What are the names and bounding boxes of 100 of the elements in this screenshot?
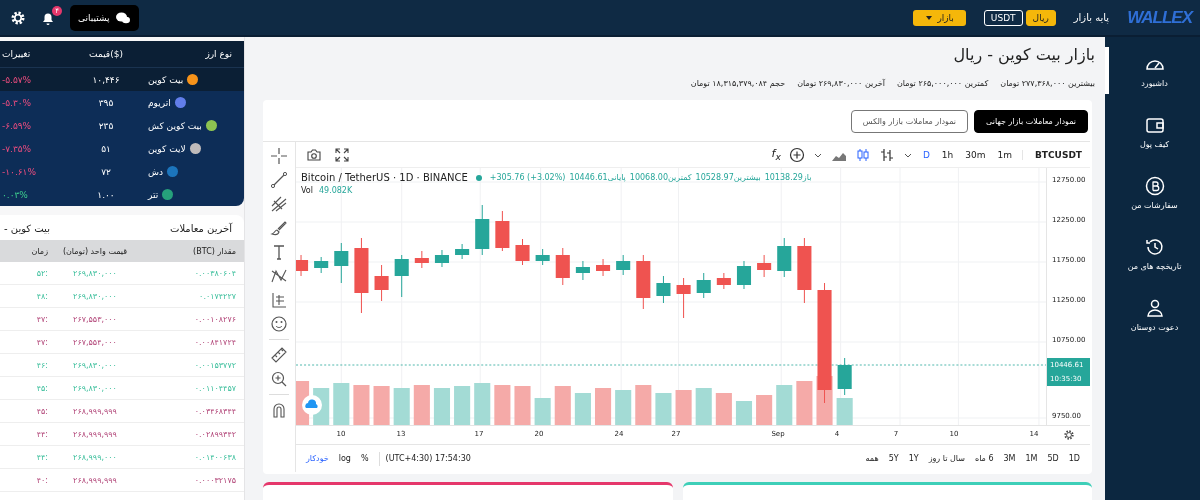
fullscreen-icon[interactable]: [334, 146, 350, 163]
candle: [636, 254, 651, 310]
volume-bar: [615, 390, 632, 425]
add-circle-icon[interactable]: [788, 146, 805, 163]
interval-button[interactable]: 1m: [995, 149, 1014, 160]
table-cell-text: ۲۶۸,۹۹۹,۹۹۹: [72, 406, 118, 416]
pitchfork-icon[interactable]: [270, 195, 288, 213]
table-cell-text: ۲۶۹,۸۳۰,۰۰۰: [72, 268, 118, 278]
market-row[interactable]: تتر ۱.۰۰ ۰.۰۳%: [0, 183, 244, 206]
candle: [716, 272, 731, 290]
interval-button[interactable]: 30m: [963, 149, 988, 160]
table-cell-text: :۴۵: [35, 406, 48, 416]
range-button[interactable]: 5Y: [884, 454, 903, 463]
scale-option[interactable]: خودکار: [302, 454, 333, 463]
volume-bar: [635, 385, 652, 425]
volume-bar: [393, 388, 410, 425]
range-button[interactable]: 6 ماه: [970, 454, 998, 463]
market-stat: کمترین ۲۶۵,۰۰۰,۰۰۰ تومان: [896, 79, 989, 88]
sidebar-item[interactable]: دعوت دوستان: [1105, 291, 1200, 338]
table-cell-text: ۰.۰۰۸۴۱۷۲۴: [193, 337, 236, 347]
zoom-in-icon[interactable]: [270, 370, 288, 388]
volume-bar: [796, 381, 813, 425]
ohlc-value: +305.76 (+3.02%): [489, 173, 566, 182]
coin-name: لایت کوین: [148, 143, 186, 154]
volume-bar: [353, 385, 370, 425]
market-row[interactable]: بیت کوین ۱۰,۴۴۶ -۵.۵۷%: [0, 68, 244, 91]
range-button[interactable]: 3M: [999, 454, 1020, 463]
table-cell-text: ۰.۰۰۱۵۳۷۷۲: [193, 360, 236, 370]
chart-tab[interactable]: نمودار معاملات بازار والکس: [850, 110, 968, 133]
market-dropdown[interactable]: بازار: [913, 9, 966, 26]
range-button[interactable]: 5D: [1043, 454, 1063, 463]
volume-bar: [474, 383, 491, 425]
scale-option[interactable]: %: [356, 454, 373, 463]
column-header: قیمت واحد (تومان): [61, 246, 129, 256]
range-button[interactable]: 1Y: [904, 454, 923, 463]
candle: [475, 204, 490, 256]
range-button[interactable]: همه: [861, 454, 883, 463]
ohlc-value: کمترین10068.00: [629, 173, 692, 182]
sidebar-item[interactable]: داشبورد: [1105, 47, 1200, 94]
candle: [777, 237, 792, 278]
panel-title: آخرین معاملات: [169, 223, 232, 234]
candle: [314, 256, 329, 274]
volume-bar: [454, 386, 471, 425]
table-cell-text: ۲۶۸,۹۹۹,۹۹۹: [72, 475, 118, 485]
candle: [434, 249, 449, 268]
table-cell-text: ۰.۰۰۰۳۲۱۷۵: [193, 475, 236, 485]
volume-bar: [333, 383, 350, 425]
chart-tab[interactable]: نمودار معاملات بازار جهانی: [974, 110, 1088, 133]
prediction-icon[interactable]: [270, 291, 288, 309]
market-row[interactable]: اتریوم ۳۹۵ -۵.۳۰%: [0, 91, 244, 114]
market-row[interactable]: دش ۷۲ -۱۰.۶۱%: [0, 160, 244, 183]
symbol-button[interactable]: BTCUSDT: [1022, 149, 1090, 160]
price-change: -۶.۵۹%: [2, 120, 33, 131]
ruler-icon[interactable]: [270, 346, 288, 364]
caret-icon: [925, 13, 934, 22]
table-cell-text: :۴۰: [35, 475, 48, 485]
support-button[interactable]: پشتیبانی: [70, 4, 140, 31]
candle: [334, 242, 349, 284]
magnet-icon[interactable]: [270, 401, 288, 419]
symbol-title: Bitcoin / TetherUS · 1D · BINANCE: [301, 172, 468, 183]
range-button[interactable]: 1M: [1021, 454, 1042, 463]
coin-price: ۷۲: [100, 166, 112, 177]
bar-chart-icon[interactable]: [878, 146, 895, 163]
market-base-option[interactable]: USDT: [983, 9, 1023, 26]
trend-line-icon[interactable]: [270, 171, 288, 189]
sidebar-item[interactable]: تاریخچه های من: [1105, 230, 1200, 277]
table-cell-text: :۴۴: [35, 452, 48, 462]
settings-icon[interactable]: [1062, 429, 1075, 441]
sidebar-item[interactable]: سفارشات من: [1105, 169, 1200, 216]
camera-icon[interactable]: [306, 146, 322, 163]
volume-bar: [413, 385, 430, 425]
volume-bar: [595, 388, 612, 425]
candle: [596, 258, 611, 277]
sidebar-item[interactable]: کیف پول: [1105, 108, 1200, 155]
market-base-option[interactable]: ریال: [1025, 9, 1056, 26]
coin-name: بیت کوین کش: [148, 120, 202, 131]
interval-button[interactable]: D: [920, 149, 932, 160]
range-button[interactable]: 1D: [1064, 454, 1084, 463]
candle: [797, 237, 812, 304]
price-change: -۱۰.۶۱%: [2, 166, 37, 177]
pattern-icon[interactable]: [270, 267, 288, 285]
volume-value: 49.082K: [318, 186, 353, 195]
crosshair-icon[interactable]: [270, 147, 288, 165]
candle: [414, 250, 429, 269]
price-change: -۵.۵۷%: [2, 74, 33, 85]
market-row[interactable]: لایت کوین ۵۱ -۷.۳۵%: [0, 137, 244, 160]
range-button[interactable]: سال تا روز: [924, 454, 969, 463]
table-cell-text: :۴۴: [35, 429, 48, 439]
column-header: قیمت($): [88, 49, 124, 59]
candles-icon[interactable]: [854, 146, 871, 163]
volume-bar: [776, 385, 793, 425]
market-row[interactable]: بیت کوین کش ۲۳۵ -۶.۵۹%: [0, 114, 244, 137]
brush-icon[interactable]: [270, 219, 288, 237]
candle: [757, 254, 772, 278]
smiley-icon[interactable]: [270, 315, 288, 333]
table-cell-text: ۰.۰۲۸۹۹۳۴۲: [193, 429, 236, 439]
scale-option[interactable]: log: [334, 454, 355, 463]
interval-button[interactable]: 1h: [939, 149, 956, 160]
indicators-button[interactable]: f$_{x}$: [771, 146, 781, 163]
settings-icon[interactable]: [10, 9, 26, 26]
